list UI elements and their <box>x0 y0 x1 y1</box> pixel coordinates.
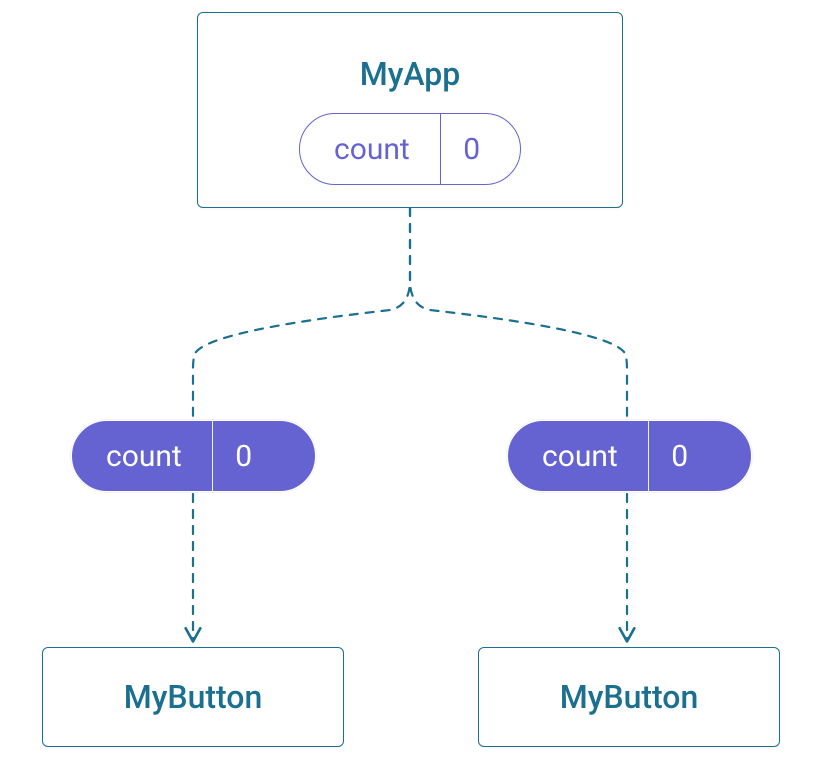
prop-label: count <box>72 421 212 491</box>
state-flow-diagram: MyApp count 0 count 0 count 0 MyButton M… <box>0 0 820 770</box>
root-state-pill: count 0 <box>299 113 521 185</box>
prop-value: 0 <box>213 421 282 491</box>
root-component-node: MyApp count 0 <box>197 12 623 208</box>
child-component-title: MyButton <box>560 678 699 716</box>
root-component-title: MyApp <box>360 55 461 93</box>
prop-pill-right: count 0 <box>507 420 752 492</box>
prop-label: count <box>508 421 648 491</box>
prop-value: 0 <box>649 421 718 491</box>
child-component-node-left: MyButton <box>42 647 344 747</box>
state-value: 0 <box>441 114 510 184</box>
prop-pill-left: count 0 <box>71 420 316 492</box>
child-component-title: MyButton <box>124 678 263 716</box>
state-label: count <box>300 114 440 184</box>
child-component-node-right: MyButton <box>478 647 780 747</box>
